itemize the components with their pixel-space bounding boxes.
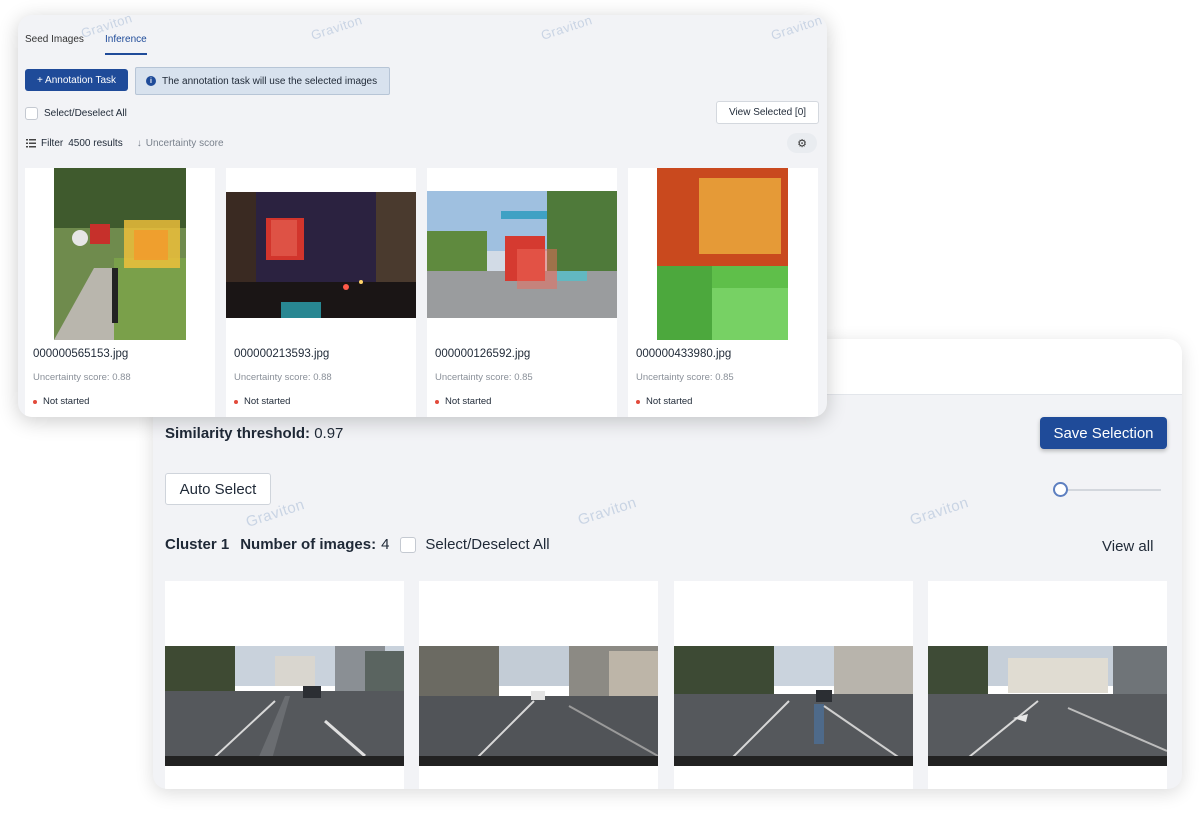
card-status: Not started xyxy=(234,396,290,407)
card-thumbnail xyxy=(657,168,788,340)
filter-button[interactable]: Filter xyxy=(41,138,63,149)
card-filename: 000000126592.jpg xyxy=(435,348,531,360)
tab-inference[interactable]: Inference xyxy=(105,34,147,45)
card-filename: 000000213593.jpg xyxy=(234,348,330,360)
threshold-slider[interactable] xyxy=(1053,482,1161,498)
card-status-text: Not started xyxy=(43,396,90,407)
sort-control[interactable]: ↓ Uncertainty score xyxy=(137,138,224,149)
auto-select-button[interactable]: Auto Select xyxy=(165,473,271,505)
cluster-image-card[interactable] xyxy=(165,581,404,789)
save-selection-button[interactable]: Save Selection xyxy=(1040,417,1167,449)
status-dot-icon xyxy=(33,399,37,404)
select-all-checkbox[interactable] xyxy=(25,107,38,120)
cluster-image-card[interactable] xyxy=(928,581,1167,789)
results-count: 4500 results xyxy=(68,138,123,149)
cluster-select-all-label: Select/Deselect All xyxy=(425,536,550,553)
select-all-row: Select/Deselect All xyxy=(25,107,127,120)
card-status: Not started xyxy=(33,396,89,407)
cluster-label: Cluster 1 xyxy=(165,536,230,553)
info-banner: i The annotation task will use the selec… xyxy=(135,67,390,95)
view-selected-button[interactable]: View Selected [0] xyxy=(716,101,819,124)
info-banner-text: The annotation task will use the selecte… xyxy=(162,75,378,87)
status-dot-icon xyxy=(435,399,439,404)
street-scene-image xyxy=(165,646,404,766)
card-status-text: Not started xyxy=(244,396,291,407)
cluster-header: Cluster 1 Number of images: 4 Select/Des… xyxy=(165,536,550,553)
card-filename: 000000433980.jpg xyxy=(636,348,732,360)
slider-track xyxy=(1059,489,1161,491)
card-status: Not started xyxy=(636,396,692,407)
add-annotation-task-button[interactable]: + Annotation Task xyxy=(25,69,128,91)
street-scene-image xyxy=(419,646,658,766)
status-dot-icon xyxy=(636,399,640,404)
card-status: Not started xyxy=(435,396,491,407)
settings-button[interactable]: ⚙ xyxy=(787,133,817,153)
image-card[interactable]: 000000433980.jpg Uncertainty score: 0.85… xyxy=(628,168,818,417)
number-of-images-value: 4 xyxy=(381,536,390,553)
card-uncertainty: Uncertainty score: 0.88 xyxy=(33,372,131,383)
inference-panel: Seed Images Inference + Annotation Task … xyxy=(18,15,827,417)
list-filter-icon[interactable] xyxy=(26,139,36,148)
cluster-image-card[interactable] xyxy=(419,581,658,789)
similarity-threshold: Similarity threshold: 0.97 xyxy=(165,425,343,442)
image-card[interactable]: 000000126592.jpg Uncertainty score: 0.85… xyxy=(427,168,617,417)
card-uncertainty: Uncertainty score: 0.85 xyxy=(636,372,734,383)
card-uncertainty: Uncertainty score: 0.88 xyxy=(234,372,332,383)
view-all-link[interactable]: View all xyxy=(1102,538,1153,555)
filter-bar: Filter 4500 results ↓ Uncertainty score xyxy=(26,138,224,149)
gear-icon: ⚙ xyxy=(797,137,807,150)
card-uncertainty: Uncertainty score: 0.85 xyxy=(435,372,533,383)
cluster-image-card[interactable] xyxy=(674,581,913,789)
image-card[interactable]: 000000213593.jpg Uncertainty score: 0.88… xyxy=(226,168,416,417)
image-card[interactable]: 000000565153.jpg Uncertainty score: 0.88… xyxy=(25,168,215,417)
tab-seed-images[interactable]: Seed Images xyxy=(25,34,84,45)
card-filename: 000000565153.jpg xyxy=(33,348,129,360)
select-all-label: Select/Deselect All xyxy=(44,108,127,119)
sort-label: Uncertainty score xyxy=(145,138,224,149)
street-scene-image xyxy=(674,646,913,766)
similarity-threshold-label: Similarity threshold: xyxy=(165,425,311,442)
status-dot-icon xyxy=(234,399,238,404)
arrow-down-icon: ↓ xyxy=(136,138,142,149)
similarity-threshold-value: 0.97 xyxy=(314,425,344,442)
cluster-select-all-checkbox[interactable] xyxy=(400,536,417,553)
card-status-text: Not started xyxy=(646,396,693,407)
number-of-images-label: Number of images: xyxy=(240,536,377,553)
card-status-text: Not started xyxy=(445,396,492,407)
card-thumbnail xyxy=(427,191,617,318)
active-tab-indicator xyxy=(105,53,147,55)
street-scene-image xyxy=(928,646,1167,766)
card-thumbnail xyxy=(226,192,416,318)
info-icon: i xyxy=(146,76,156,86)
card-thumbnail xyxy=(54,168,186,340)
slider-handle[interactable] xyxy=(1053,482,1068,497)
